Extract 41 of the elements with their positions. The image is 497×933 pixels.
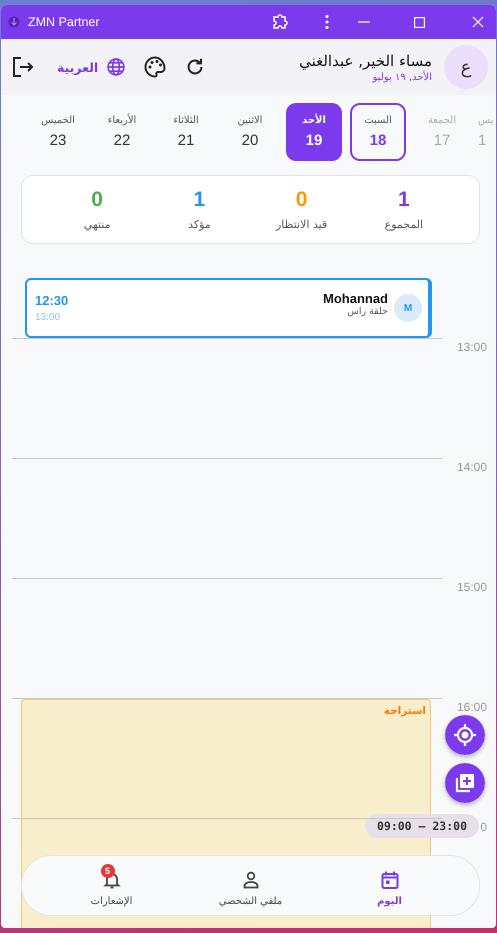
stat-label: منتهي [84, 218, 111, 231]
minimize-icon[interactable] [358, 21, 370, 23]
logout-icon[interactable] [11, 55, 35, 79]
add-button[interactable] [445, 763, 485, 803]
stat-value: 1 [194, 188, 206, 212]
break-label: استراحة [384, 705, 426, 717]
app-icon [8, 16, 20, 28]
hour-label: 16:00 [456, 700, 487, 714]
hour-label: 14:00 [456, 460, 487, 474]
stat-label: مؤكد [188, 218, 211, 231]
puzzle-icon[interactable] [271, 13, 289, 31]
stat-label: قيد الانتظار [276, 218, 328, 231]
stat-label: المجموع [384, 218, 424, 231]
user-avatar[interactable]: ع [444, 45, 488, 89]
nav-tab[interactable]: ملفي الشخصي [181, 864, 320, 907]
close-icon[interactable] [472, 16, 484, 28]
more-icon[interactable] [324, 14, 330, 30]
stat-value: 0 [91, 188, 103, 212]
greeting-text: مساء الخير, عبدالغني [299, 52, 432, 70]
customer-name: Mohannad [323, 291, 388, 306]
palette-icon[interactable] [143, 55, 168, 79]
calendar-icon [380, 870, 400, 890]
date-text: الأحد, ١٩ يوليو [372, 72, 432, 82]
person-icon [240, 870, 260, 890]
window-title: ZMN Partner [28, 15, 100, 29]
stat-value: 0 [296, 188, 308, 212]
hour-label: 0 [480, 820, 487, 834]
maximize-icon[interactable] [414, 16, 425, 28]
hour-label: 13:00 [456, 340, 487, 354]
globe-icon [106, 57, 126, 77]
stat-value: 1 [398, 188, 410, 212]
notification-badge: 5 [100, 864, 114, 878]
start-time: 12:30 [35, 293, 68, 308]
language-button[interactable]: العربية [57, 57, 126, 77]
nav-tab[interactable]: اليوم [320, 864, 459, 907]
locate-button[interactable] [445, 715, 485, 755]
working-hours-badge: 09:00 – 23:00 [364, 814, 479, 838]
end-time: 13:00 [35, 312, 60, 323]
service-name: حلقة راس [347, 306, 388, 317]
customer-avatar: M [394, 294, 422, 322]
hour-label: 15:00 [456, 580, 487, 594]
